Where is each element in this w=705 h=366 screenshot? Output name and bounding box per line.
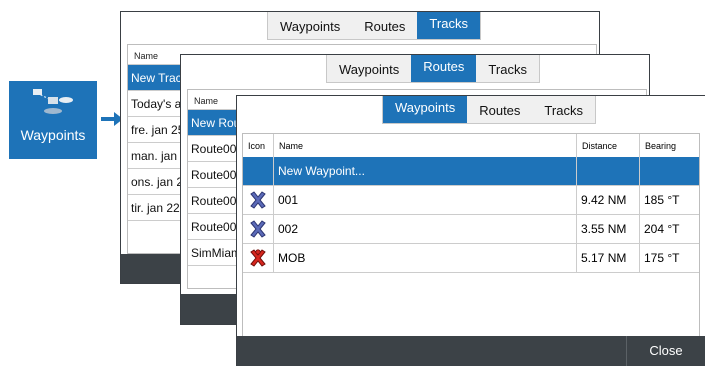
waypoint-cross-blue-icon <box>250 191 266 209</box>
name-cell: New Waypoint... <box>274 157 577 185</box>
tab-waypoints[interactable]: Waypoints <box>383 96 468 123</box>
column-header-name: Name <box>274 134 577 157</box>
column-header-icon: Icon <box>243 134 274 157</box>
name-cell: 001 <box>274 186 577 214</box>
waypoint-cross-blue-icon <box>250 220 266 238</box>
waypoints-table: Icon Name Distance Bearing New Waypoint.… <box>242 133 700 366</box>
table-row[interactable]: New Waypoint... <box>243 157 699 186</box>
bearing-cell: 185 °T <box>644 193 680 207</box>
bearing-cell: 204 °T <box>644 222 680 236</box>
column-header-distance: Distance <box>577 134 640 157</box>
tab-bar: Waypoints Routes Tracks <box>326 55 540 83</box>
tab-bar: Waypoints Routes Tracks <box>267 12 481 40</box>
icon-cell <box>243 215 274 243</box>
bearing-cell <box>640 157 701 185</box>
distance-cell <box>577 157 640 185</box>
tab-routes[interactable]: Routes <box>411 55 477 82</box>
name-cell: 002 <box>274 215 577 243</box>
tile-label: Waypoints <box>20 127 86 143</box>
icon-cell <box>243 186 274 214</box>
tab-bar: Waypoints Routes Tracks <box>382 96 596 124</box>
tab-waypoints[interactable]: Waypoints <box>268 12 352 39</box>
tab-waypoints[interactable]: Waypoints <box>327 55 411 82</box>
distance-cell: 9.42 NM <box>577 186 640 214</box>
table-header: Icon Name Distance Bearing <box>243 134 699 158</box>
name-cell: MOB <box>274 244 577 272</box>
column-header-bearing: Bearing <box>645 141 677 151</box>
close-button[interactable]: Close <box>626 336 705 366</box>
tab-tracks[interactable]: Tracks <box>476 55 539 82</box>
bearing-cell: 175 °T <box>644 251 680 265</box>
table-row[interactable]: MOB 5.17 NM 175 °T <box>243 244 699 273</box>
icon-cell <box>243 157 274 185</box>
waypoints-window: Waypoints Routes Tracks Icon Name Distan… <box>236 95 705 366</box>
mob-cross-red-icon <box>250 249 266 267</box>
distance-cell: 3.55 NM <box>577 215 640 243</box>
bottom-bar: Close <box>237 336 705 366</box>
tab-tracks[interactable]: Tracks <box>532 96 595 123</box>
tab-routes[interactable]: Routes <box>352 12 417 39</box>
tab-routes[interactable]: Routes <box>467 96 532 123</box>
waypoints-tile[interactable]: Waypoints <box>9 81 97 159</box>
distance-cell: 5.17 NM <box>577 244 640 272</box>
tab-tracks[interactable]: Tracks <box>417 12 480 39</box>
table-row[interactable]: 001 9.42 NM 185 °T <box>243 186 699 215</box>
table-row[interactable]: 002 3.55 NM 204 °T <box>243 215 699 244</box>
icon-cell <box>243 244 274 272</box>
waypoints-icon <box>33 89 73 114</box>
